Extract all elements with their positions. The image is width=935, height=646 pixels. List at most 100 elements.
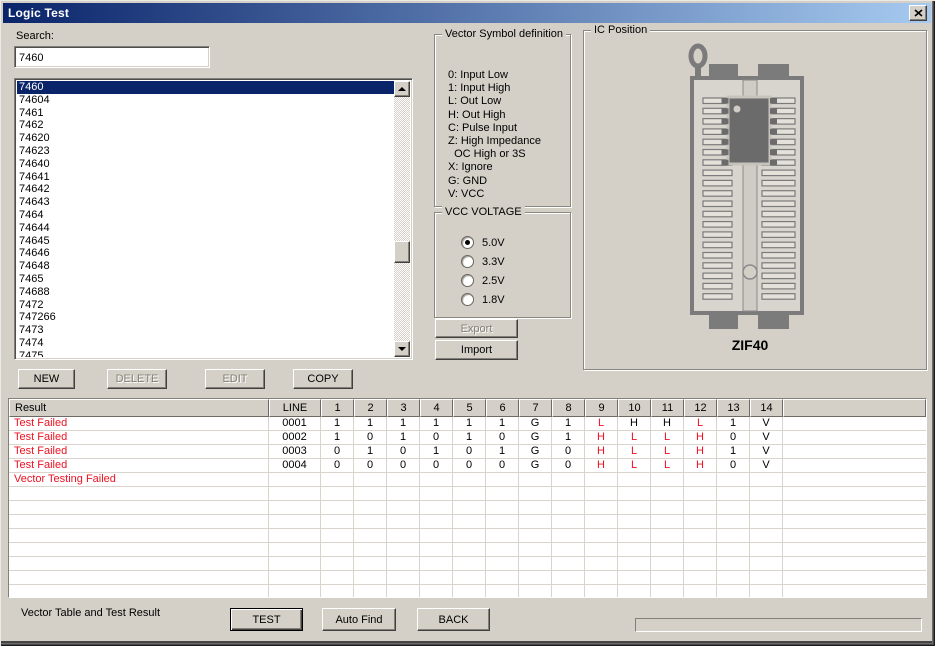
vcc-radio-option[interactable]: 1.8V bbox=[461, 290, 505, 309]
copy-button[interactable]: COPY bbox=[293, 369, 353, 389]
vector-cell bbox=[486, 571, 519, 585]
vector-cell: V bbox=[750, 459, 783, 473]
test-button[interactable]: TEST bbox=[230, 608, 303, 631]
scroll-up-button[interactable] bbox=[394, 81, 410, 97]
vector-cell bbox=[387, 557, 420, 571]
result-table-header-cell: 9 bbox=[585, 399, 618, 417]
ic-list-item[interactable]: 74620 bbox=[17, 132, 394, 145]
vcc-radio-option[interactable]: 2.5V bbox=[461, 271, 505, 290]
scroll-down-button[interactable] bbox=[394, 341, 410, 357]
ic-list-item[interactable]: 74644 bbox=[17, 222, 394, 235]
ic-list-item[interactable]: 7473 bbox=[17, 324, 394, 337]
vector-cell bbox=[486, 515, 519, 529]
vector-cell bbox=[321, 473, 354, 487]
ic-list-item[interactable]: 74623 bbox=[17, 145, 394, 158]
vector-cell: 1 bbox=[420, 417, 453, 431]
scrollbar-thumb[interactable] bbox=[394, 241, 410, 263]
vector-cell: H bbox=[585, 445, 618, 459]
vector-cell bbox=[387, 515, 420, 529]
ic-list-item[interactable]: 74640 bbox=[17, 158, 394, 171]
edit-button[interactable]: EDIT bbox=[205, 369, 265, 389]
ic-list-item[interactable]: 74604 bbox=[17, 94, 394, 107]
vector-cell bbox=[420, 501, 453, 515]
ic-list-item[interactable]: 7472 bbox=[17, 299, 394, 312]
ic-list-item[interactable]: 7461 bbox=[17, 107, 394, 120]
table-row: Vector Testing Failed bbox=[9, 473, 926, 487]
vector-cell: V bbox=[750, 417, 783, 431]
result-cell bbox=[9, 585, 269, 598]
close-button[interactable] bbox=[909, 5, 927, 21]
line-cell bbox=[269, 487, 321, 501]
vcc-radio-option[interactable]: 5.0V bbox=[461, 233, 505, 252]
ic-list-item[interactable]: 74648 bbox=[17, 260, 394, 273]
ic-list-item[interactable]: 74643 bbox=[17, 196, 394, 209]
vector-cell: 1 bbox=[552, 417, 585, 431]
vector-cell bbox=[519, 501, 552, 515]
filler-cell bbox=[783, 487, 926, 501]
vector-cell bbox=[618, 487, 651, 501]
vector-symbol-line: G: GND bbox=[448, 175, 541, 188]
new-button[interactable]: NEW bbox=[18, 369, 75, 389]
vector-cell bbox=[321, 557, 354, 571]
vector-cell bbox=[486, 585, 519, 598]
delete-button[interactable]: DELETE bbox=[107, 369, 167, 389]
vector-cell bbox=[684, 515, 717, 529]
vector-cell: H bbox=[585, 459, 618, 473]
vector-cell: L bbox=[585, 417, 618, 431]
vector-cell bbox=[684, 501, 717, 515]
filler-cell bbox=[783, 459, 926, 473]
ic-list-scrollbar[interactable] bbox=[394, 81, 410, 357]
ic-list-item[interactable]: 7460 bbox=[17, 81, 394, 94]
vector-cell bbox=[453, 501, 486, 515]
vector-cell bbox=[552, 585, 585, 598]
ic-list-item[interactable]: 7465 bbox=[17, 273, 394, 286]
line-cell: 0003 bbox=[269, 445, 321, 459]
footer-caption: Vector Table and Test Result bbox=[21, 607, 160, 619]
window-title: Logic Test bbox=[8, 6, 69, 20]
result-cell bbox=[9, 487, 269, 501]
result-cell bbox=[9, 515, 269, 529]
vector-cell: L bbox=[618, 445, 651, 459]
vector-cell bbox=[750, 487, 783, 501]
line-cell: 0001 bbox=[269, 417, 321, 431]
result-cell bbox=[9, 557, 269, 571]
vector-cell bbox=[717, 473, 750, 487]
line-cell bbox=[269, 557, 321, 571]
vector-cell bbox=[717, 515, 750, 529]
vector-cell bbox=[585, 557, 618, 571]
vector-cell bbox=[618, 515, 651, 529]
vector-cell bbox=[519, 557, 552, 571]
vector-cell: 0 bbox=[717, 459, 750, 473]
vector-cell bbox=[354, 571, 387, 585]
vector-cell: 0 bbox=[552, 459, 585, 473]
vector-symbol-line: 0: Input Low bbox=[448, 69, 541, 82]
ic-list-item[interactable]: 74642 bbox=[17, 183, 394, 196]
vector-cell: 1 bbox=[387, 431, 420, 445]
ic-list-item[interactable]: 74645 bbox=[17, 235, 394, 248]
ic-list-item[interactable]: 7462 bbox=[17, 119, 394, 132]
search-input[interactable] bbox=[14, 46, 210, 68]
arrow-down-icon bbox=[398, 347, 406, 351]
ic-list-item[interactable]: 74688 bbox=[17, 286, 394, 299]
ic-list-item[interactable]: 74646 bbox=[17, 247, 394, 260]
ic-list-item[interactable]: 7464 bbox=[17, 209, 394, 222]
ic-list-item[interactable]: 74641 bbox=[17, 171, 394, 184]
line-cell bbox=[269, 571, 321, 585]
vector-cell bbox=[750, 501, 783, 515]
result-table-header-filler bbox=[783, 399, 926, 417]
ic-list-item[interactable]: 7474 bbox=[17, 337, 394, 350]
back-button[interactable]: BACK bbox=[417, 608, 490, 631]
vector-cell bbox=[618, 557, 651, 571]
socket-screw-icon bbox=[743, 265, 757, 279]
auto-find-button[interactable]: Auto Find bbox=[322, 608, 396, 631]
vector-cell bbox=[618, 529, 651, 543]
ic-list-item[interactable]: 7475 bbox=[17, 350, 394, 357]
vcc-radio-label: 5.0V bbox=[482, 237, 505, 249]
vcc-radio-option[interactable]: 3.3V bbox=[461, 252, 505, 271]
import-button[interactable]: Import bbox=[435, 340, 518, 360]
table-row bbox=[9, 529, 926, 543]
ic-list-item[interactable]: 747266 bbox=[17, 311, 394, 324]
vector-cell: H bbox=[651, 417, 684, 431]
vector-cell bbox=[321, 501, 354, 515]
export-button[interactable]: Export bbox=[435, 319, 518, 338]
